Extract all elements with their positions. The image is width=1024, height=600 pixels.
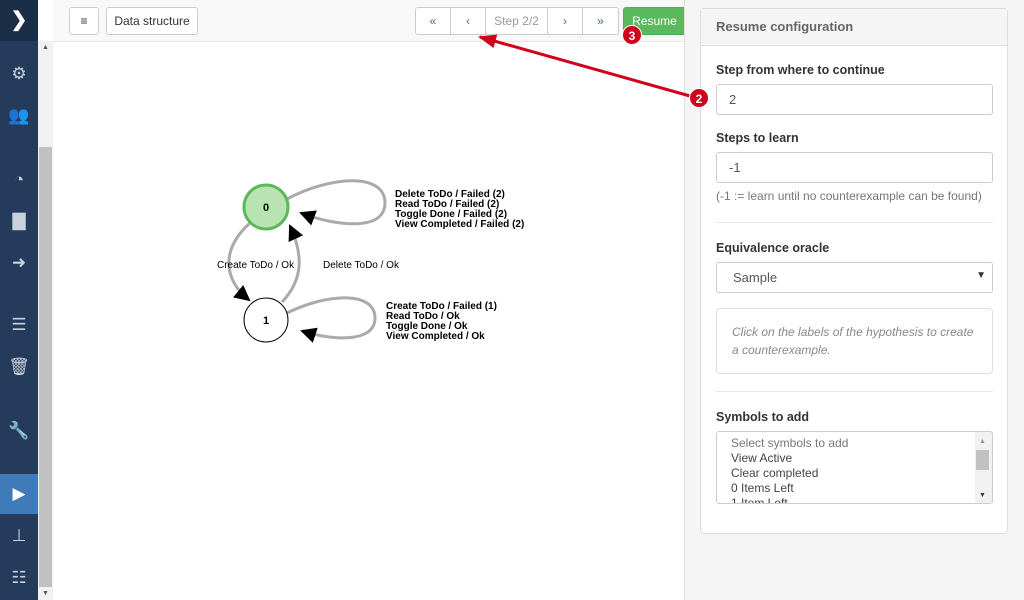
cogs-icon: ⚙ — [11, 64, 27, 83]
divider — [716, 222, 993, 223]
sign-out-icon: ➜ — [11, 253, 27, 272]
oracle-select[interactable]: Sample ▼ — [716, 262, 993, 293]
symbol-option[interactable]: Clear completed — [731, 466, 992, 481]
edge-label[interactable]: Delete ToDo / Ok — [323, 260, 400, 271]
chevron-right-icon: ❯ — [10, 9, 28, 31]
users-icon: 👥 — [8, 106, 30, 125]
sidebar: ❯ ⚙ 👥 ◔ ▇ ➜ ☰ 🗑 🔧 ▶ ⊥ ☷ — [0, 0, 38, 600]
sidebar-item-dashboard[interactable]: ◔ — [0, 160, 38, 200]
node-1-label: 1 — [263, 315, 269, 327]
edge-label[interactable]: View Completed / Failed (2) — [395, 219, 524, 230]
menu-button[interactable]: ≡ — [69, 7, 99, 35]
scrollbar-thumb[interactable] — [39, 147, 52, 587]
sidebar-item-results[interactable]: ☷ — [0, 558, 38, 598]
edge-label[interactable]: Create ToDo / Ok — [217, 260, 295, 271]
hypothesis-graph: 0 1 Delete ToDo / Failed (2) Read ToDo /… — [217, 179, 524, 343]
list-alt-icon: ☰ — [11, 315, 27, 334]
edge-label[interactable]: View Completed / Ok — [386, 331, 485, 342]
edge-loop-0 — [286, 179, 387, 226]
resume-configuration-panel: Resume configuration Step from where to … — [700, 8, 1008, 534]
caret-down-icon: ▼ — [976, 270, 986, 281]
oracle-selected: Sample — [733, 270, 778, 285]
divider — [716, 391, 993, 392]
sidebar-item-learner[interactable]: ▶ — [0, 474, 38, 514]
edge-loop-1 — [286, 296, 377, 343]
play-icon: ▶ — [12, 484, 26, 503]
symbols-label: Symbols to add — [716, 410, 810, 424]
scroll-down-icon[interactable]: ▼ — [975, 488, 990, 503]
symbol-option[interactable]: 0 Items Left — [731, 481, 992, 496]
data-structure-button[interactable]: Data structure — [106, 7, 198, 35]
annotation-badge-3: 3 — [622, 25, 642, 45]
step-navigation: « ‹ Step 2/2 › » — [415, 7, 619, 35]
sidebar-item-list[interactable]: ☰ — [0, 305, 38, 345]
symbols-placeholder[interactable]: Select symbols to add — [731, 436, 992, 451]
sidebar-item-logout[interactable]: ➜ — [0, 243, 38, 283]
sidebar-toggle[interactable]: ❯ — [0, 0, 38, 41]
scrollbar-thumb[interactable] — [976, 450, 989, 470]
step-input[interactable]: 2 — [716, 84, 993, 115]
dashboard-icon: ◔ — [13, 170, 25, 189]
panel-title: Resume configuration — [701, 9, 1007, 46]
steps-to-learn-input[interactable]: -1 — [716, 152, 993, 183]
listbox-scrollbar[interactable]: ▲ ▼ — [975, 432, 992, 503]
last-step-button[interactable]: » — [583, 8, 618, 34]
next-step-button[interactable]: › — [548, 8, 583, 34]
step-indicator: Step 2/2 — [486, 8, 548, 34]
first-step-button[interactable]: « — [416, 8, 451, 34]
list-ol-icon: ☷ — [11, 568, 27, 587]
scroll-up-icon[interactable]: ▲ — [38, 44, 53, 51]
symbol-option[interactable]: 1 Item Left — [731, 496, 992, 503]
symbols-listbox[interactable]: Select symbols to add View Active Clear … — [716, 431, 993, 504]
scroll-up-icon[interactable]: ▲ — [975, 434, 990, 449]
steps-help: (-1 := learn until no counterexample can… — [716, 189, 982, 203]
step-label: Step from where to continue — [716, 63, 885, 77]
sitemap-icon: ⊥ — [11, 526, 27, 545]
sidebar-item-settings[interactable]: ⚙ — [0, 54, 38, 94]
file-icon: ▇ — [12, 211, 26, 230]
sidebar-item-users[interactable]: 👥 — [0, 96, 38, 136]
sidebar-item-tools[interactable]: 🔧 — [0, 411, 38, 451]
sidebar-item-trash[interactable]: 🗑 — [0, 347, 38, 387]
sidebar-scrollbar[interactable]: ▲ ▼ — [38, 41, 53, 600]
trash-icon: 🗑 — [8, 357, 30, 376]
oracle-label: Equivalence oracle — [716, 241, 830, 255]
prev-step-button[interactable]: ‹ — [451, 8, 486, 34]
steps-to-learn-label: Steps to learn — [716, 131, 799, 145]
annotation-badge-2: 2 — [689, 88, 709, 108]
sidebar-item-hierarchy[interactable]: ⊥ — [0, 516, 38, 556]
bars-icon: ≡ — [80, 14, 88, 28]
node-0-label: 0 — [263, 202, 269, 214]
sidebar-item-files[interactable]: ▇ — [0, 201, 38, 241]
toolbar: ≡ Data structure « ‹ Step 2/2 › » Resume… — [53, 0, 721, 42]
scroll-down-icon[interactable]: ▼ — [38, 590, 53, 597]
wrench-icon: 🔧 — [8, 421, 30, 440]
symbol-option[interactable]: View Active — [731, 451, 992, 466]
counterexample-hint: Click on the labels of the hypothesis to… — [716, 308, 993, 374]
